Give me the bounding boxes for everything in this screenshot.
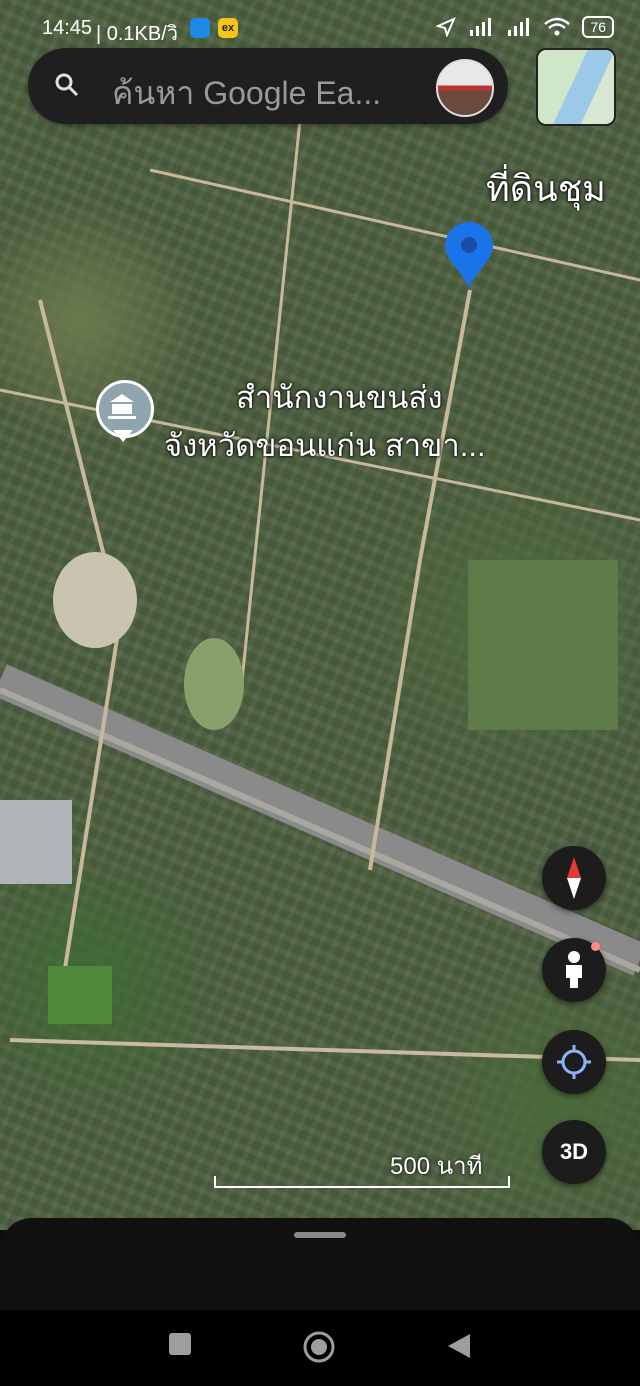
- compass-button[interactable]: [542, 846, 606, 910]
- app-notification-icon: [190, 18, 210, 38]
- wifi-icon: [544, 17, 571, 36]
- sheet-drag-handle[interactable]: [294, 1232, 346, 1238]
- search-icon: [55, 73, 79, 97]
- 3d-toggle-button[interactable]: 3D: [542, 1120, 606, 1184]
- map-pin-icon[interactable]: [443, 220, 495, 290]
- nav-home-icon[interactable]: [302, 1330, 336, 1364]
- search-bar[interactable]: ค้นหา Google Ea...: [28, 48, 508, 124]
- street-view-icon: [566, 951, 582, 988]
- place-label-office-2[interactable]: จังหวัดขอนแก่น สาขา...: [164, 420, 486, 470]
- nav-recents-icon[interactable]: [168, 1332, 192, 1356]
- status-time: 14:45: [42, 17, 93, 39]
- my-location-button[interactable]: [542, 1030, 606, 1094]
- my-location-icon: [557, 1045, 591, 1079]
- app2-notification-icon: ex: [218, 18, 238, 38]
- status-network-speed: | 0.1KB/วิ: [96, 23, 179, 45]
- notification-dot: [591, 942, 600, 951]
- location-arrow-icon: [436, 17, 457, 37]
- place-label-office-1[interactable]: สำนักงานขนส่ง: [236, 372, 442, 422]
- scale-bar: [214, 1176, 510, 1188]
- search-placeholder: ค้นหา Google Ea...: [112, 75, 382, 111]
- signal-icon: [470, 18, 492, 36]
- place-label-land[interactable]: ที่ดินชุม: [486, 160, 606, 217]
- status-bar: 14:45 | 0.1KB/วิ ex 76: [0, 0, 640, 45]
- account-avatar[interactable]: [436, 59, 494, 117]
- compass-icon: [567, 857, 581, 899]
- nav-back-icon[interactable]: [446, 1332, 472, 1360]
- signal-icon-2: [508, 18, 530, 36]
- street-view-button[interactable]: [542, 938, 606, 1002]
- battery-indicator: 76: [582, 16, 614, 38]
- bottom-sheet[interactable]: [0, 1218, 640, 1318]
- system-nav-bar: [0, 1310, 640, 1386]
- pin-tail: [113, 430, 133, 442]
- layer-minimap-button[interactable]: [536, 48, 616, 126]
- map-scale: 500 นาที: [214, 1146, 510, 1190]
